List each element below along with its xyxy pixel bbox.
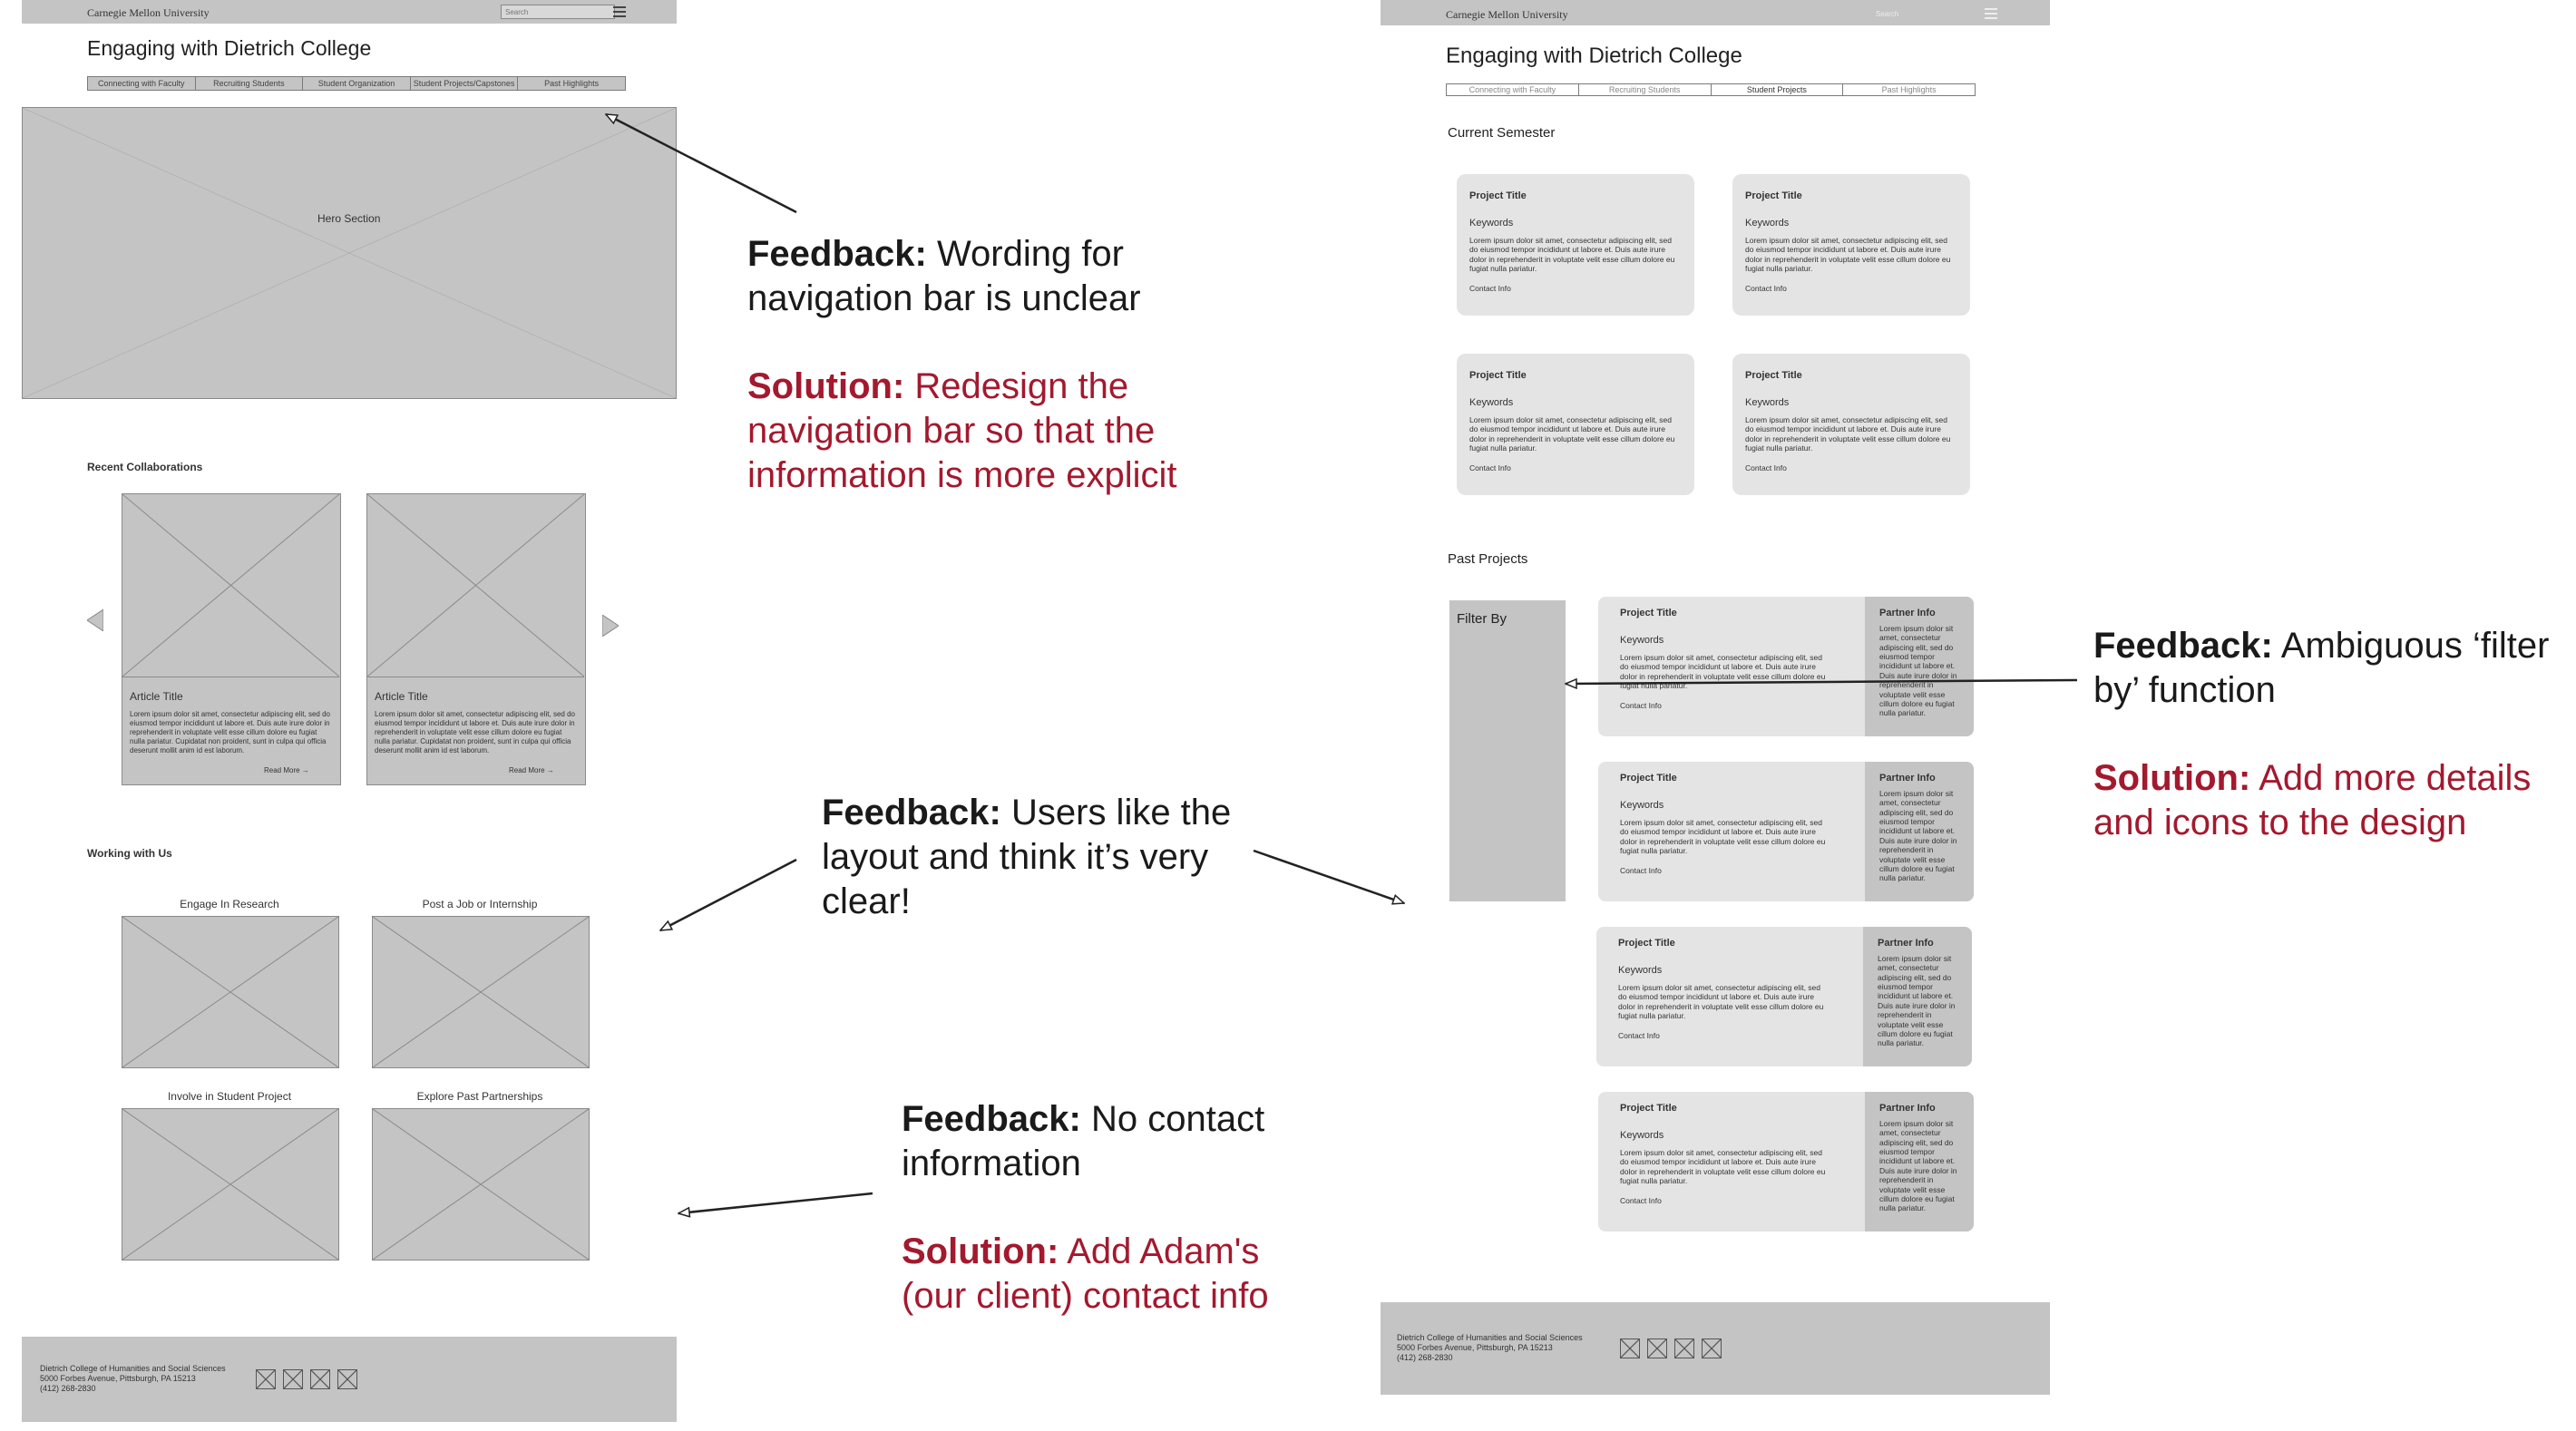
arrow-to-working-tiles bbox=[660, 858, 797, 932]
arrow-to-filter-panel bbox=[1566, 680, 2078, 684]
arrow-to-footer-area bbox=[678, 1192, 873, 1213]
arrow-to-past-projects bbox=[1253, 849, 1404, 903]
arrow-to-navbar bbox=[606, 112, 797, 214]
annotation-arrows bbox=[0, 112, 2078, 1431]
